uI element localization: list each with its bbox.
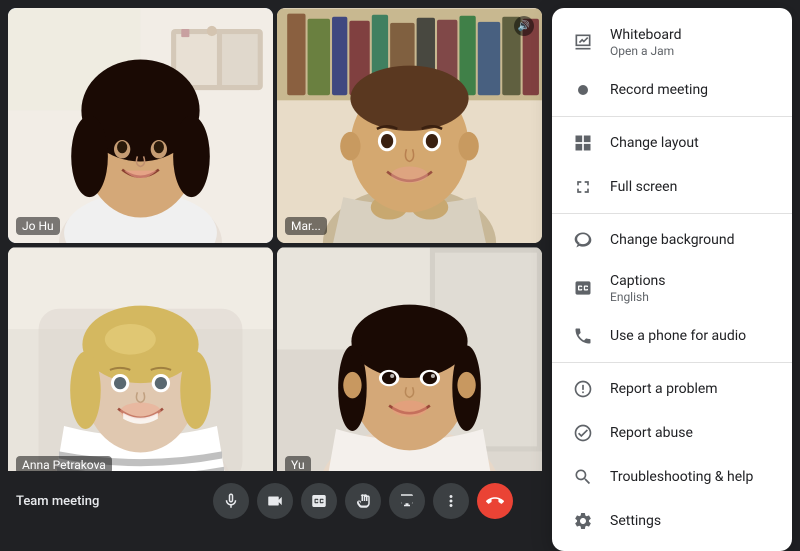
report-abuse-icon bbox=[572, 422, 594, 444]
phone-text: Use a phone for audio bbox=[610, 327, 746, 345]
meeting-toolbar: Team meeting bbox=[0, 471, 550, 531]
fullscreen-icon bbox=[572, 176, 594, 198]
cc-icon bbox=[310, 492, 328, 510]
settings-label: Settings bbox=[610, 512, 661, 530]
troubleshoot-text: Troubleshooting & help bbox=[610, 468, 753, 486]
mic-tile-2: 🔊 bbox=[514, 16, 534, 36]
report-problem-icon bbox=[572, 378, 594, 400]
whiteboard-label: Whiteboard bbox=[610, 26, 682, 44]
background-label: Change background bbox=[610, 231, 735, 249]
participant-name-1: Jo Hu bbox=[16, 217, 60, 235]
layout-icon bbox=[572, 132, 594, 154]
record-text: Record meeting bbox=[610, 81, 708, 99]
captions-text: Captions English bbox=[610, 272, 666, 304]
meeting-title: Team meeting bbox=[16, 494, 187, 509]
fullscreen-text: Full screen bbox=[610, 178, 677, 196]
layout-text: Change layout bbox=[610, 134, 699, 152]
background-text: Change background bbox=[610, 231, 735, 249]
video-tile-1: Jo Hu bbox=[8, 8, 273, 243]
end-call-icon bbox=[486, 492, 504, 510]
video-grid: Jo Hu bbox=[0, 0, 550, 490]
menu-item-report-problem[interactable]: Report a problem bbox=[552, 367, 792, 411]
settings-icon bbox=[572, 510, 594, 532]
menu-item-record[interactable]: Record meeting bbox=[552, 68, 792, 112]
video-tile-3: Anna Petrakova bbox=[8, 247, 273, 482]
menu-item-captions[interactable]: Captions English bbox=[552, 262, 792, 314]
more-icon bbox=[442, 492, 460, 510]
layout-label: Change layout bbox=[610, 134, 699, 152]
camera-button[interactable] bbox=[257, 483, 293, 519]
mic-button[interactable] bbox=[213, 483, 249, 519]
cc-button[interactable] bbox=[301, 483, 337, 519]
report-problem-text: Report a problem bbox=[610, 380, 718, 398]
divider-1 bbox=[552, 116, 792, 117]
share-screen-button[interactable] bbox=[389, 483, 425, 519]
video-tile-2: Mar... 🔊 bbox=[277, 8, 542, 243]
settings-text: Settings bbox=[610, 512, 661, 530]
menu-item-layout[interactable]: Change layout bbox=[552, 121, 792, 165]
phone-icon bbox=[572, 325, 594, 347]
menu-item-troubleshoot[interactable]: Troubleshooting & help bbox=[552, 455, 792, 499]
captions-label: Captions bbox=[610, 272, 666, 290]
record-icon bbox=[572, 79, 594, 101]
menu-item-whiteboard[interactable]: Whiteboard Open a Jam bbox=[552, 16, 792, 68]
captions-icon bbox=[572, 277, 594, 299]
dropdown-menu: Whiteboard Open a Jam Record meeting Cha… bbox=[552, 8, 792, 551]
end-call-button[interactable] bbox=[477, 483, 513, 519]
phone-label: Use a phone for audio bbox=[610, 327, 746, 345]
fullscreen-label: Full screen bbox=[610, 178, 677, 196]
toolbar-controls bbox=[191, 483, 534, 519]
troubleshoot-icon bbox=[572, 466, 594, 488]
camera-icon bbox=[266, 492, 284, 510]
whiteboard-icon bbox=[572, 31, 594, 53]
captions-sublabel: English bbox=[610, 290, 666, 304]
divider-2 bbox=[552, 213, 792, 214]
menu-item-phone[interactable]: Use a phone for audio bbox=[552, 314, 792, 358]
troubleshoot-label: Troubleshooting & help bbox=[610, 468, 753, 486]
menu-item-settings[interactable]: Settings bbox=[552, 499, 792, 543]
present-icon bbox=[398, 492, 416, 510]
participant-name-2: Mar... bbox=[285, 217, 327, 235]
whiteboard-sublabel: Open a Jam bbox=[610, 44, 682, 58]
menu-item-fullscreen[interactable]: Full screen bbox=[552, 165, 792, 209]
mic-icon bbox=[222, 492, 240, 510]
menu-item-background[interactable]: Change background bbox=[552, 218, 792, 262]
report-problem-label: Report a problem bbox=[610, 380, 718, 398]
report-abuse-label: Report abuse bbox=[610, 424, 693, 442]
divider-3 bbox=[552, 362, 792, 363]
video-tile-4: Yu bbox=[277, 247, 542, 482]
raise-hand-button[interactable] bbox=[345, 483, 381, 519]
more-options-button[interactable] bbox=[433, 483, 469, 519]
hand-icon bbox=[354, 492, 372, 510]
background-icon bbox=[572, 229, 594, 251]
whiteboard-text: Whiteboard Open a Jam bbox=[610, 26, 682, 58]
report-abuse-text: Report abuse bbox=[610, 424, 693, 442]
menu-item-report-abuse[interactable]: Report abuse bbox=[552, 411, 792, 455]
record-label: Record meeting bbox=[610, 81, 708, 99]
